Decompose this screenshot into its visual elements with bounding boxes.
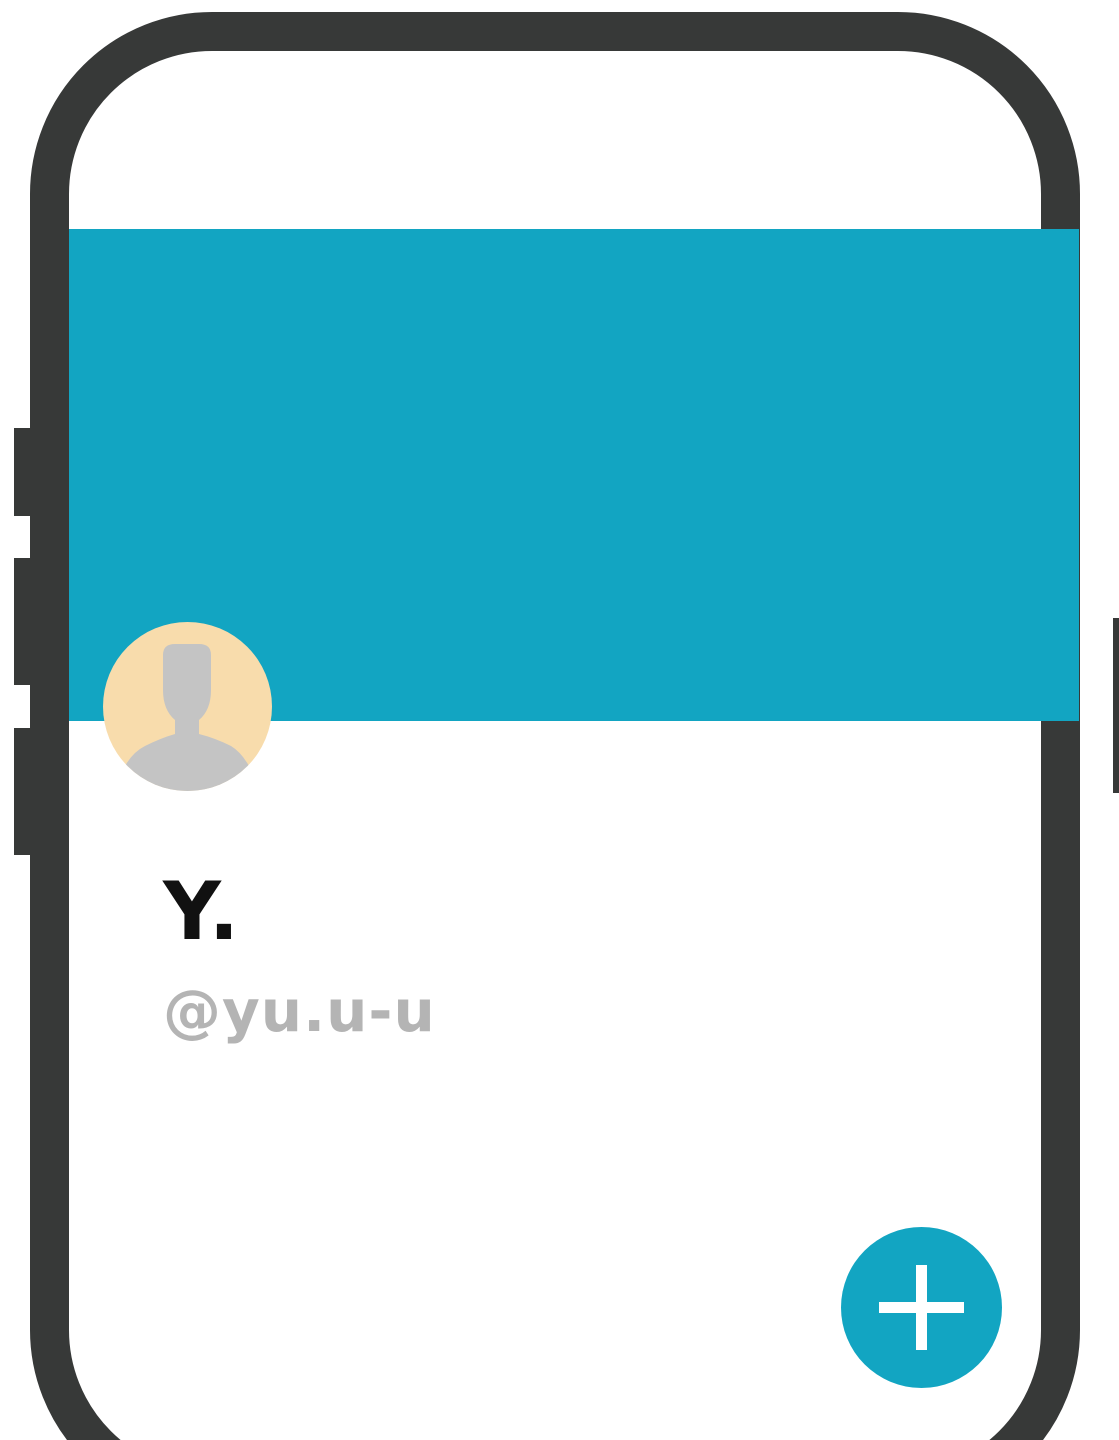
add-button[interactable] bbox=[841, 1227, 1002, 1388]
profile-handle: @yu.u-u bbox=[163, 977, 436, 1045]
plus-icon bbox=[879, 1265, 964, 1350]
power-button bbox=[1113, 618, 1119, 793]
profile-display-name: Y. bbox=[163, 865, 241, 958]
avatar[interactable] bbox=[103, 622, 272, 791]
phone-mockup: Y. @yu.u-u bbox=[0, 0, 1119, 1440]
person-silhouette-icon bbox=[103, 622, 272, 791]
